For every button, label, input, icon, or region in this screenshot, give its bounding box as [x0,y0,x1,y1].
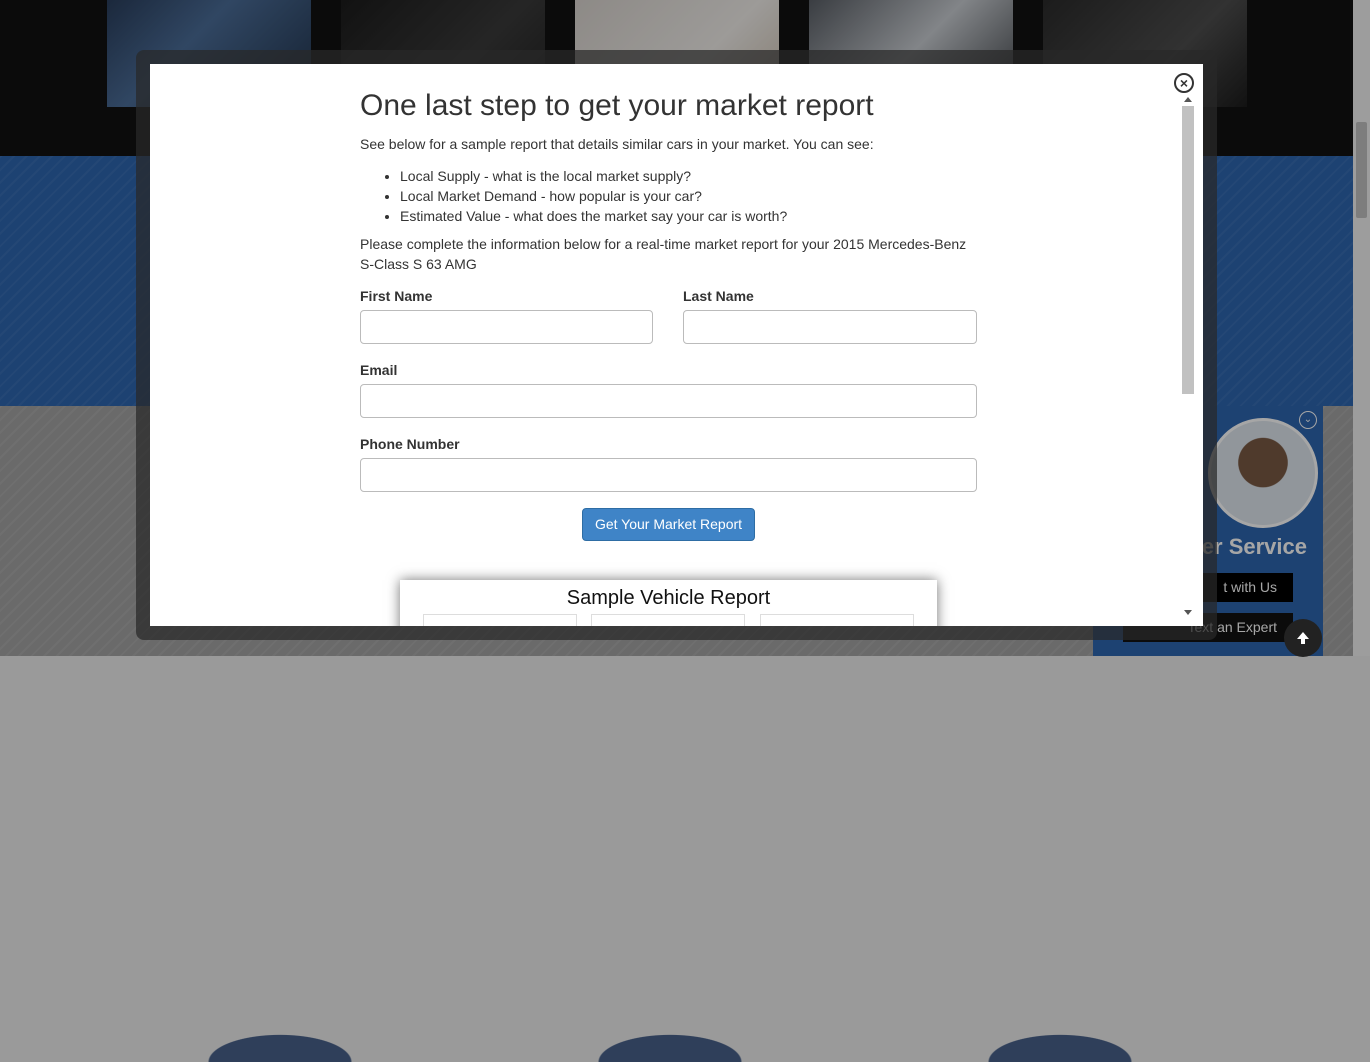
first-name-input[interactable] [360,310,653,344]
arrow-up-icon [1297,631,1309,644]
get-market-report-button[interactable]: Get Your Market Report [582,508,755,541]
first-name-label: First Name [360,288,433,304]
scroll-up-icon[interactable] [1184,97,1192,102]
sample-report-preview: Sample Vehicle Report [400,580,937,626]
scroll-to-top-button[interactable] [1284,619,1322,657]
modal-title: One last step to get your market report [360,89,874,122]
sample-report-title: Sample Vehicle Report [566,587,771,609]
last-name-label: Last Name [683,288,754,304]
email-input[interactable] [360,384,977,418]
modal-scrollbar-thumb[interactable] [1182,106,1194,394]
vehicle-image [960,1024,1160,1062]
market-report-modal: One last step to get your market report … [150,64,1203,626]
vehicle-paragraph: Please complete the information below fo… [360,236,967,272]
list-item: Local Market Demand - how popular is you… [400,186,787,206]
sample-report-cell [423,614,577,626]
phone-label: Phone Number [360,436,460,452]
sample-report-cell [760,614,914,626]
sample-report-cell [591,614,745,626]
vehicle-image [180,1024,380,1062]
modal-intro: See below for a sample report that detai… [360,136,874,152]
feature-list: Local Supply - what is the local market … [360,166,787,226]
vehicle-image [570,1024,770,1062]
email-label: Email [360,362,398,378]
close-icon[interactable]: × [1174,73,1194,93]
list-item: Local Supply - what is the local market … [400,166,787,186]
phone-input[interactable] [360,458,977,492]
last-name-input[interactable] [683,310,977,344]
scroll-down-icon[interactable] [1184,610,1192,615]
modal-scrollbar[interactable] [1180,94,1197,618]
list-item: Estimated Value - what does the market s… [400,206,787,226]
